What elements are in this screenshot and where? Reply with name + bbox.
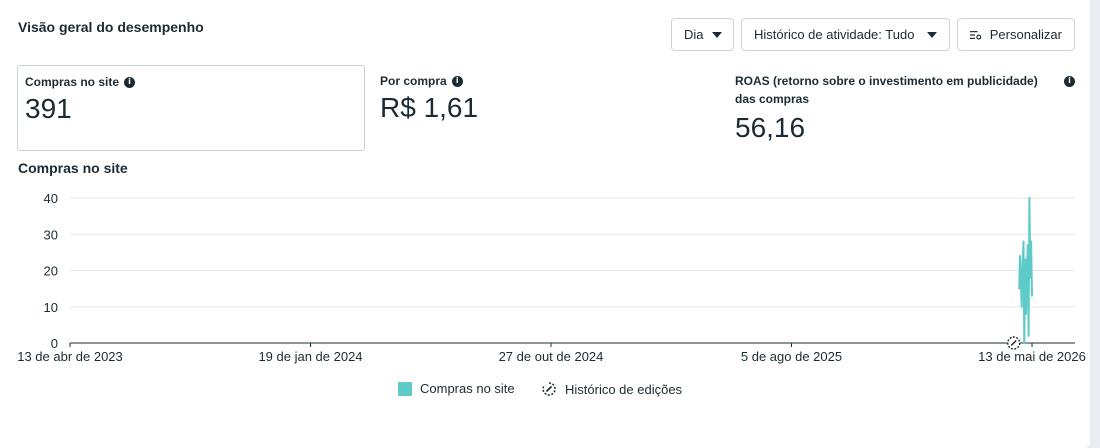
metric-label-line2: das compras xyxy=(735,92,810,106)
data-point xyxy=(1024,258,1027,261)
edit-history-icon xyxy=(542,382,556,396)
customize-icon xyxy=(970,30,982,40)
data-point xyxy=(1019,280,1022,283)
panel-title: Visão geral do desempenho xyxy=(18,19,204,35)
metric-value: 56,16 xyxy=(735,112,806,143)
activity-history-dropdown[interactable]: Histórico de atividade: Tudo xyxy=(741,18,950,51)
chart-title: Compras no site xyxy=(18,160,128,176)
x-tick-label: 5 de ago de 2025 xyxy=(741,349,842,364)
info-icon[interactable]: i xyxy=(1064,75,1075,87)
customize-button[interactable]: Personalizar xyxy=(957,18,1075,51)
data-point xyxy=(1030,240,1033,243)
info-icon[interactable]: i xyxy=(451,75,463,87)
data-point xyxy=(1025,269,1028,272)
x-tick-label: 13 de mai de 2026 xyxy=(978,349,1086,364)
x-tick-label: 13 de abr de 2023 xyxy=(17,349,123,364)
series-line xyxy=(1018,197,1033,344)
day-dropdown[interactable]: Dia xyxy=(671,18,734,51)
y-tick-label: 10 xyxy=(44,300,58,315)
info-icon[interactable]: i xyxy=(124,76,136,88)
metric-roas[interactable]: ROAS (retorno sobre o investimento em pu… xyxy=(735,72,1075,144)
data-point xyxy=(1025,313,1027,315)
legend-edits[interactable]: Histórico de edições xyxy=(541,381,682,397)
metric-label: Por compra xyxy=(380,74,447,88)
y-tick-label: 30 xyxy=(44,227,58,242)
data-point xyxy=(1021,262,1024,265)
activity-history-label: Histórico de atividade: Tudo xyxy=(754,27,915,42)
x-tick-label: 27 de out de 2024 xyxy=(499,349,604,364)
data-point xyxy=(1029,276,1032,279)
caret-down-icon xyxy=(927,31,937,38)
legend-series[interactable]: Compras no site xyxy=(398,381,515,396)
metric-card-website-purchases[interactable]: Compras no site i 391 xyxy=(17,65,365,151)
performance-overview-panel: Visão geral do desempenho Dia Histórico … xyxy=(0,0,1090,448)
data-point xyxy=(1022,240,1025,243)
data-point xyxy=(1018,287,1021,290)
y-tick-label: 20 xyxy=(44,264,58,279)
series-swatch xyxy=(398,381,412,396)
y-tick-label: 40 xyxy=(44,191,58,206)
legend-series-label: Compras no site xyxy=(420,381,515,396)
data-point xyxy=(1027,334,1030,337)
metric-label: ROAS (retorno sobre o investimento em pu… xyxy=(735,74,1038,88)
edit-marker-icon xyxy=(1007,336,1021,350)
data-point xyxy=(1020,305,1023,308)
metric-cost-per-purchase[interactable]: Por compra i R$ 1,61 xyxy=(380,72,478,124)
customize-label: Personalizar xyxy=(989,27,1062,42)
x-tick-label: 19 de jan de 2024 xyxy=(258,349,362,364)
data-point xyxy=(1031,294,1033,297)
metric-label: Compras no site xyxy=(25,75,120,89)
data-point xyxy=(1026,244,1029,247)
metric-value: 391 xyxy=(25,93,72,124)
caret-down-icon xyxy=(711,31,722,38)
data-point xyxy=(1023,342,1026,344)
purchases-line-chart: 01020304013 de abr de 2023 19 de jan de 2… xyxy=(17,191,1086,364)
data-point xyxy=(1019,255,1021,257)
legend-edits-label: Histórico de edições xyxy=(565,381,683,397)
metric-value: R$ 1,61 xyxy=(380,92,479,123)
data-point xyxy=(1028,197,1031,199)
day-dropdown-label: Dia xyxy=(684,27,704,42)
